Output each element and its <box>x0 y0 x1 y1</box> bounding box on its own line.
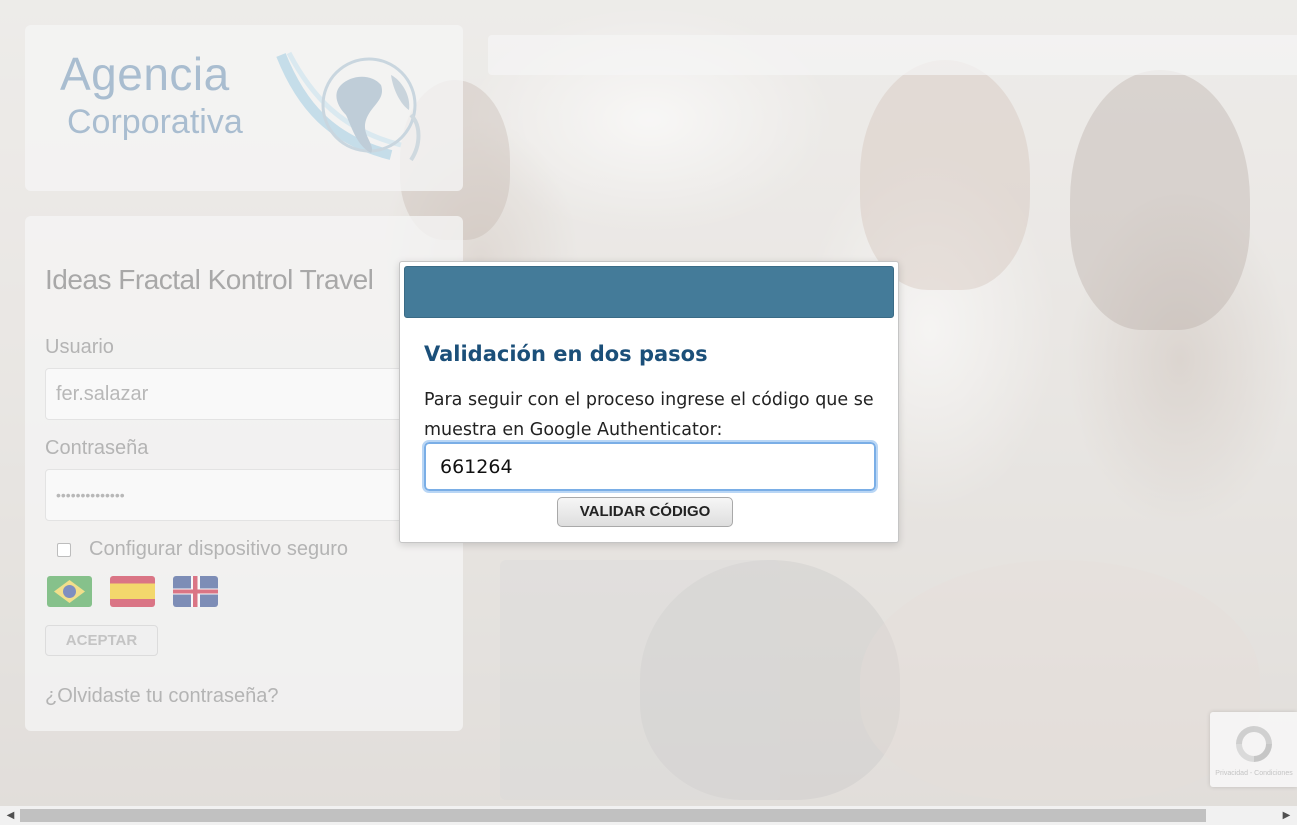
login-panel: Ideas Fractal Kontrol Travel Usuario fer… <box>25 216 463 731</box>
dialog-title: Validación en dos pasos <box>424 342 708 366</box>
two-step-validation-dialog: Validación en dos pasos Para seguir con … <box>399 261 899 543</box>
brazil-flag-icon[interactable] <box>47 576 92 607</box>
uk-flag-icon[interactable] <box>173 576 218 607</box>
dialog-instructions: Para seguir con el proceso ingrese el có… <box>424 390 874 440</box>
validate-code-button[interactable]: VALIDAR CÓDIGO <box>557 497 733 527</box>
app-title: Ideas Fractal Kontrol Travel <box>45 264 374 295</box>
password-input[interactable]: •••••••••••••• <box>45 469 425 521</box>
top-bar <box>488 35 1297 75</box>
scroll-left-arrow-icon[interactable]: ◀ <box>2 806 19 825</box>
secure-device-checkbox[interactable] <box>57 542 71 557</box>
language-selector <box>47 576 218 607</box>
recaptcha-badge[interactable]: Privacidad - Condiciones <box>1210 712 1297 787</box>
recaptcha-terms[interactable]: Privacidad - Condiciones <box>1214 770 1294 777</box>
secure-device-row: Configurar dispositivo seguro <box>57 538 348 561</box>
forgot-password-link[interactable]: ¿Olvidaste tu contraseña? <box>45 685 278 708</box>
accept-button[interactable]: ACEPTAR <box>45 625 158 656</box>
password-label: Contraseña <box>45 437 149 459</box>
logo-text-corporativa: Corporativa <box>67 103 243 141</box>
scrollbar-thumb[interactable] <box>20 809 1206 822</box>
username-label: Usuario <box>45 336 114 358</box>
horizontal-scrollbar[interactable]: ◀ ▶ <box>0 806 1297 825</box>
logo-panel: Agencia Corporativa <box>25 25 463 191</box>
dialog-header <box>404 266 894 318</box>
logo-text-agencia: Agencia <box>60 48 230 100</box>
secure-device-label: Configurar dispositivo seguro <box>89 538 349 560</box>
recaptcha-icon <box>1236 726 1272 762</box>
globe-logo-icon <box>276 51 421 162</box>
username-input[interactable]: fer.salazar <box>45 368 425 420</box>
scroll-right-arrow-icon[interactable]: ▶ <box>1278 806 1295 825</box>
verification-code-input[interactable] <box>422 440 878 493</box>
spain-flag-icon[interactable] <box>110 576 155 607</box>
